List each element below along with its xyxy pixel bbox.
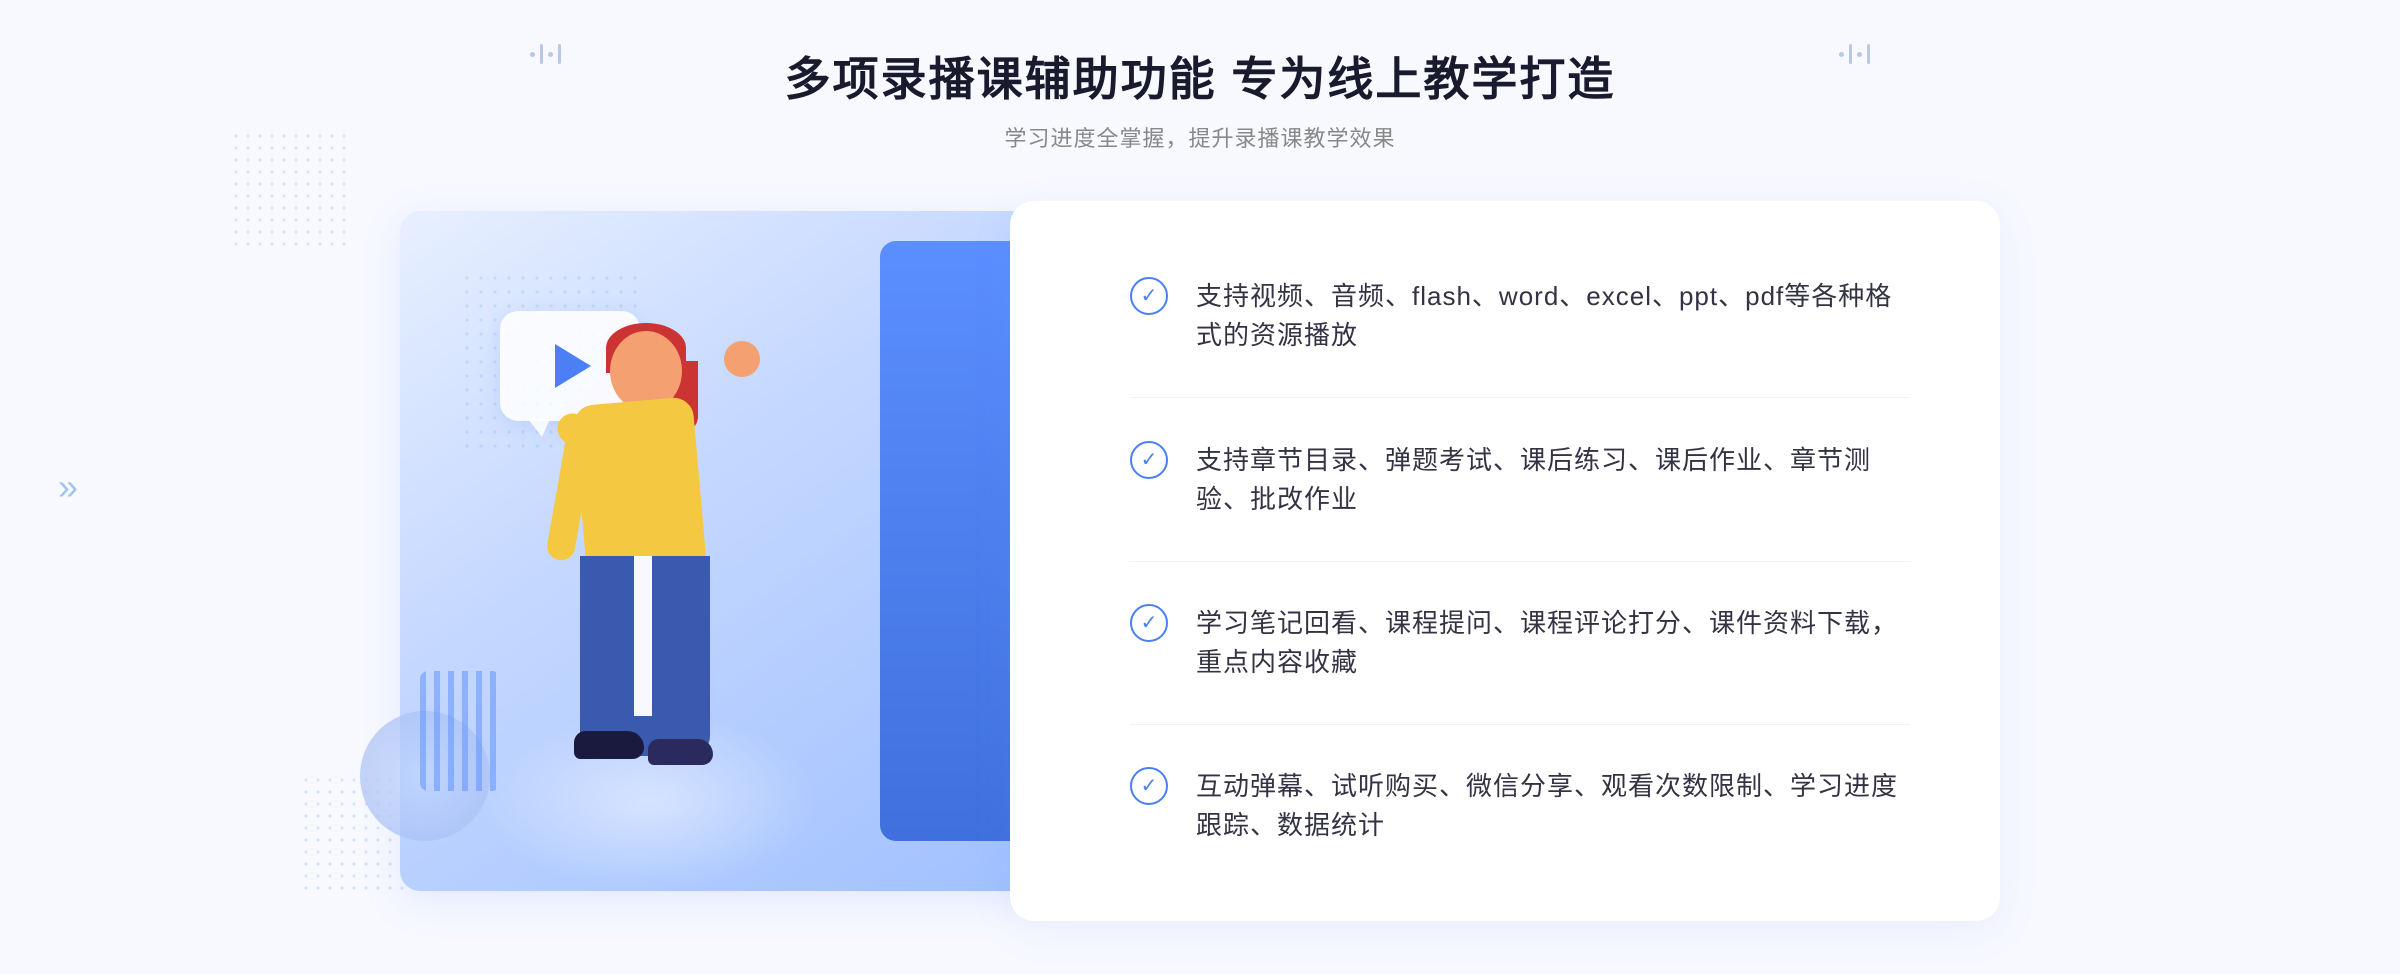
page-title: 多项录播课辅助功能 专为线上教学打造 bbox=[785, 52, 1616, 107]
feature-text-1: 支持视频、音频、flash、word、excel、ppt、pdf等各种格式的资源… bbox=[1196, 277, 1910, 355]
features-panel: ✓ 支持视频、音频、flash、word、excel、ppt、pdf等各种格式的… bbox=[1010, 201, 2000, 921]
figure-shoe-right bbox=[648, 739, 713, 765]
deco-dots-top-left bbox=[230, 130, 350, 250]
feature-text-2: 支持章节目录、弹题考试、课后练习、课后作业、章节测验、批改作业 bbox=[1196, 441, 1910, 519]
check-icon-4: ✓ bbox=[1130, 767, 1168, 805]
check-icon-1: ✓ bbox=[1130, 277, 1168, 315]
divider-1 bbox=[1130, 397, 1910, 398]
figure-hand-raised bbox=[724, 341, 760, 377]
header-deco-left bbox=[530, 44, 561, 64]
illustration-card: » bbox=[400, 211, 1040, 891]
page-subtitle: 学习进度全掌握，提升录播课教学效果 bbox=[785, 121, 1616, 153]
feature-item-3: ✓ 学习笔记回看、课程提问、课程评论打分、课件资料下载，重点内容收藏 bbox=[1130, 594, 1910, 692]
figure-pants-gap bbox=[634, 556, 652, 716]
divider-2 bbox=[1130, 561, 1910, 562]
feature-item-4: ✓ 互动弹幕、试听购买、微信分享、观看次数限制、学习进度跟踪、数据统计 bbox=[1130, 757, 1910, 855]
check-icon-2: ✓ bbox=[1130, 441, 1168, 479]
feature-text-3: 学习笔记回看、课程提问、课程评论打分、课件资料下载，重点内容收藏 bbox=[1196, 604, 1910, 682]
human-figure bbox=[530, 331, 810, 891]
header-section: 多项录播课辅助功能 专为线上教学打造 学习进度全掌握，提升录播课教学效果 bbox=[785, 0, 1616, 153]
page-container: » 多项录播课辅助功能 专为线上教学打造 学习进度全掌握，提升录播课教学效果 » bbox=[0, 0, 2400, 974]
header-deco-right bbox=[1839, 44, 1870, 64]
feature-item-2: ✓ 支持章节目录、弹题考试、课后练习、课后作业、章节测验、批改作业 bbox=[1130, 431, 1910, 529]
chevron-left-icon: » bbox=[58, 466, 78, 508]
check-icon-3: ✓ bbox=[1130, 604, 1168, 642]
figure-shoe-left bbox=[574, 731, 644, 759]
feature-item-1: ✓ 支持视频、音频、flash、word、excel、ppt、pdf等各种格式的… bbox=[1130, 267, 1910, 365]
deco-stripes bbox=[420, 671, 500, 791]
divider-3 bbox=[1130, 724, 1910, 725]
main-content: » bbox=[400, 201, 2000, 921]
feature-text-4: 互动弹幕、试听购买、微信分享、观看次数限制、学习进度跟踪、数据统计 bbox=[1196, 767, 1910, 845]
